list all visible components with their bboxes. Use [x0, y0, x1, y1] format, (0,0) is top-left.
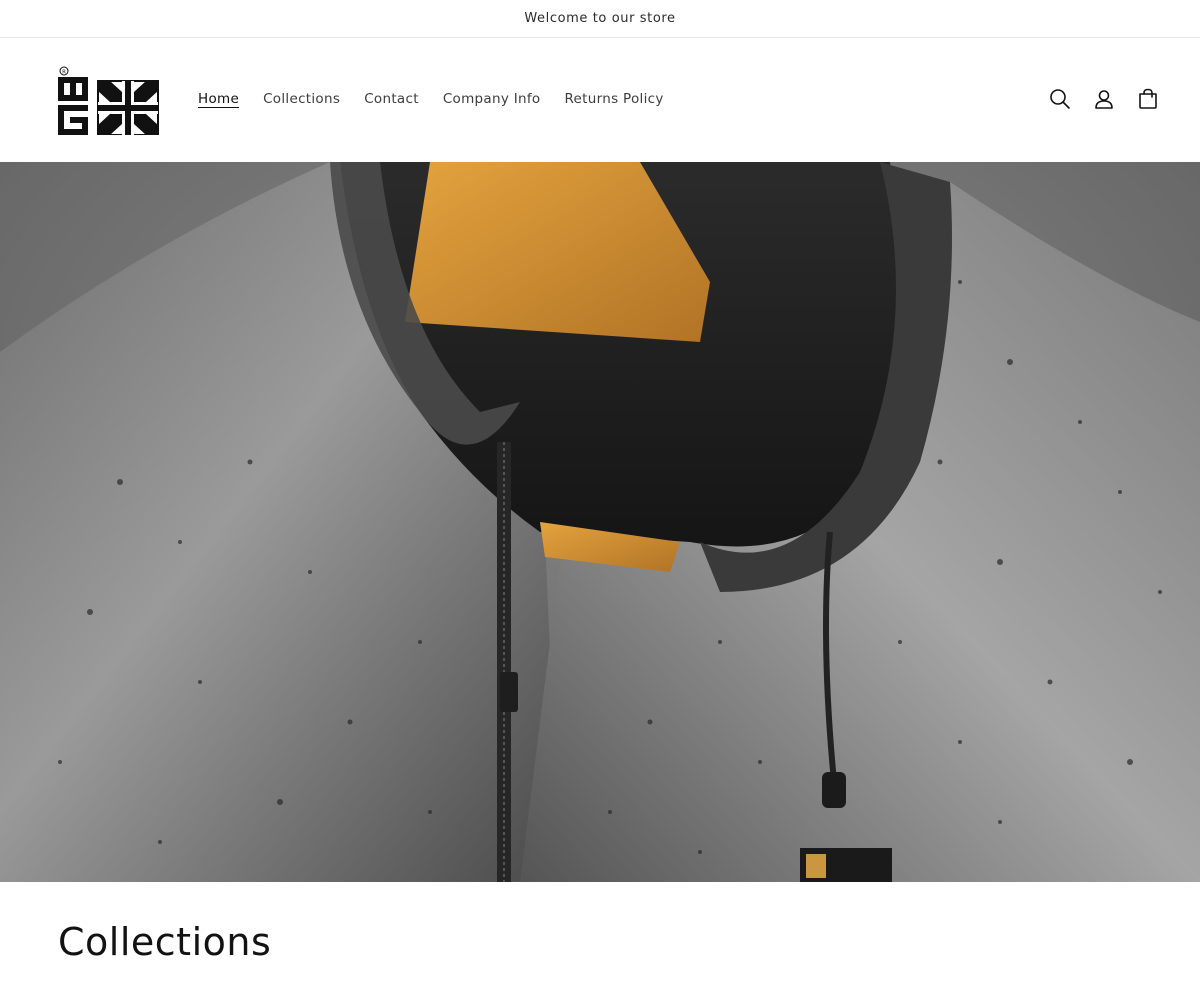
- site-logo[interactable]: R: [58, 65, 160, 136]
- nav-item-company-info[interactable]: Company Info: [443, 88, 541, 110]
- collections-heading: Collections: [58, 920, 272, 964]
- account-icon: [1095, 90, 1113, 109]
- header-icons: [1048, 86, 1160, 112]
- cart-icon: [1139, 88, 1157, 109]
- cart-button[interactable]: [1136, 86, 1160, 112]
- nav-item-collections[interactable]: Collections: [263, 88, 340, 110]
- svg-text:R: R: [62, 69, 66, 75]
- nav-item-home[interactable]: Home: [198, 88, 239, 110]
- nav-item-returns-policy[interactable]: Returns Policy: [564, 88, 663, 110]
- search-icon: [1050, 89, 1070, 109]
- announcement-bar: Welcome to our store: [0, 0, 1200, 38]
- site-header: R Home Collections Contact Company Info …: [0, 38, 1200, 162]
- nav-item-contact[interactable]: Contact: [364, 88, 419, 110]
- hero-banner: [0, 162, 1200, 882]
- hero-jacket-image: [0, 162, 1200, 882]
- account-button[interactable]: [1092, 86, 1116, 112]
- gb-flag-logo-icon: R: [58, 66, 159, 136]
- main-nav: Home Collections Contact Company Info Re…: [198, 88, 688, 110]
- announcement-text: Welcome to our store: [524, 11, 676, 26]
- search-button[interactable]: [1048, 86, 1072, 112]
